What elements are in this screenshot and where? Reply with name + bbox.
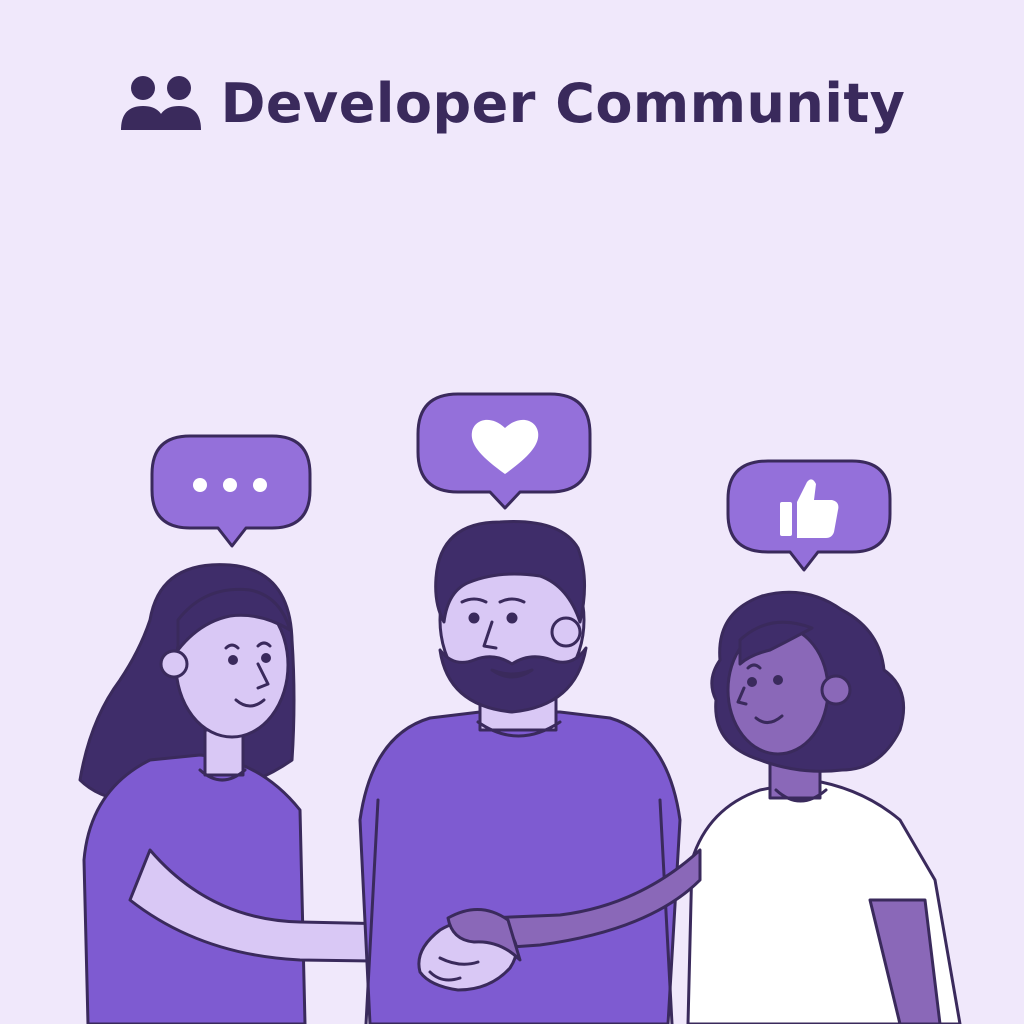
- heart-bubble: [416, 392, 592, 510]
- ellipsis-icon: [193, 478, 267, 492]
- community-illustration: [78, 392, 962, 1024]
- like-bubble: [726, 459, 892, 572]
- chat-bubble: [150, 434, 312, 548]
- man-middle: [358, 520, 682, 1024]
